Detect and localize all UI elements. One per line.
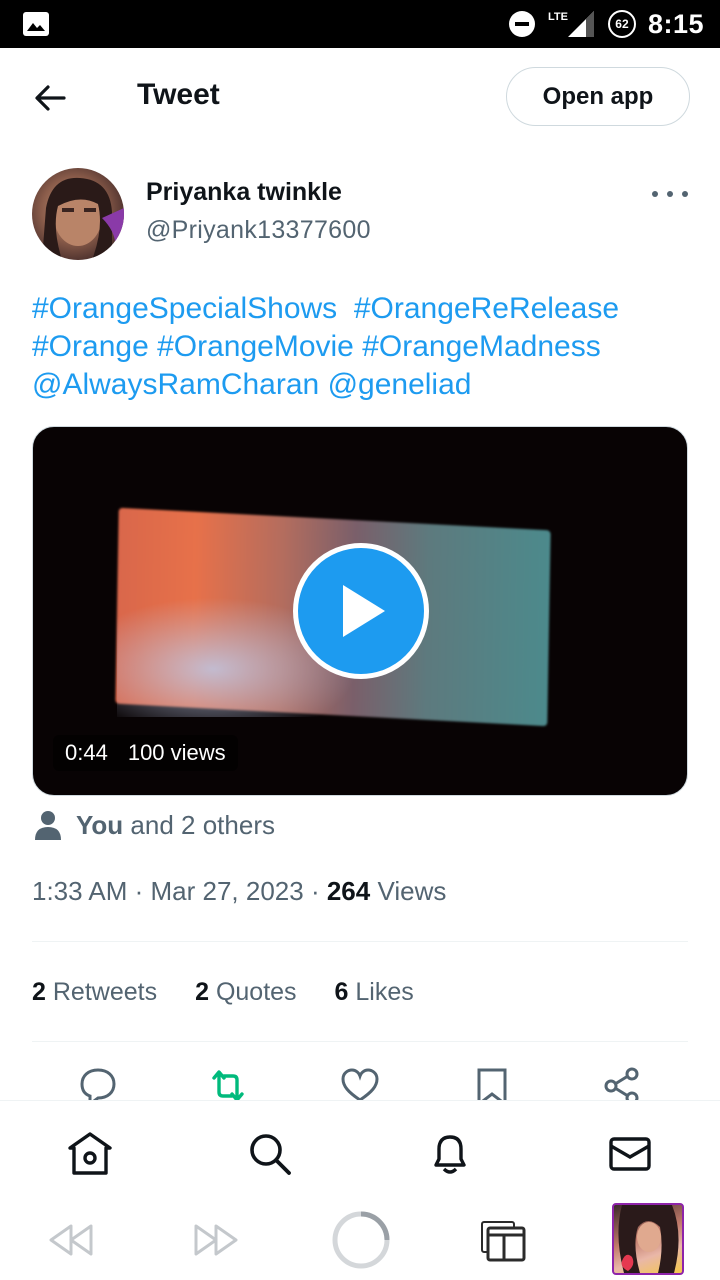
divider [32, 941, 688, 942]
messages-icon[interactable] [607, 1131, 653, 1177]
social-context[interactable]: You and 2 others [34, 808, 275, 842]
author-display-name[interactable]: Priyanka twinkle [146, 178, 342, 207]
clock: 8:15 [647, 8, 704, 39]
hashtag-link[interactable]: #Orange [32, 330, 149, 363]
mention-link[interactable]: @AlwaysRamCharan [32, 368, 319, 401]
tweet-time[interactable]: 1:33 AM [32, 876, 127, 906]
hashtag-link[interactable]: #OrangeReRelease [354, 292, 619, 325]
do-not-disturb-icon [508, 11, 535, 37]
notifications-icon[interactable] [427, 1131, 473, 1177]
gallery-notification-icon [23, 12, 49, 36]
open-app-button[interactable]: Open app [506, 67, 690, 126]
rewind-icon[interactable] [45, 1214, 97, 1266]
bottom-navigation [0, 1100, 720, 1200]
tabs-icon[interactable] [478, 1214, 530, 1266]
search-icon[interactable] [247, 1131, 293, 1177]
retweet-icon[interactable] [208, 1066, 248, 1100]
liked-by-you: You [76, 809, 124, 840]
tweet-line: @AlwaysRamCharan @geneliad [32, 366, 692, 404]
video-duration: 0:44 [65, 740, 108, 765]
avatar-image [42, 177, 124, 260]
loading-spinner-icon [332, 1211, 390, 1269]
reply-icon[interactable] [78, 1066, 118, 1100]
tweet-timestamp: 1:33 AM · Mar 27, 2023 · 264 Views [32, 876, 447, 906]
play-icon [343, 585, 385, 637]
divider [32, 1041, 688, 1042]
views-count: 264 [326, 876, 371, 906]
retweets-stat[interactable]: 2 Retweets [32, 978, 157, 1007]
author-handle[interactable]: @Priyank13377600 [146, 216, 371, 245]
share-icon[interactable] [602, 1066, 642, 1100]
hashtag-link[interactable]: #OrangeMadness [362, 330, 600, 363]
tweet-line: #Orange #OrangeMovie #OrangeMadness [32, 328, 692, 366]
tweet-actions [0, 1062, 720, 1100]
views-label: Views [377, 876, 447, 906]
video-meta: 0:44 100 views [53, 735, 238, 771]
bookmark-icon[interactable] [472, 1066, 512, 1100]
mention-link[interactable]: @geneliad [328, 368, 472, 401]
quotes-stat[interactable]: 2 Quotes [195, 978, 296, 1007]
profile-thumbnail-image [618, 1205, 679, 1273]
signal-icon [567, 11, 594, 37]
author-avatar[interactable] [32, 168, 124, 260]
play-button[interactable] [293, 543, 429, 679]
hashtag-link[interactable]: #OrangeSpecialShows [32, 292, 337, 325]
video-player[interactable]: 0:44 100 views [32, 426, 688, 796]
tweet-text: #OrangeSpecialShows #OrangeReRelease #Or… [32, 290, 692, 404]
back-arrow-icon[interactable] [30, 78, 70, 118]
profile-thumbnail[interactable] [612, 1203, 684, 1275]
fast-forward-icon[interactable] [190, 1214, 242, 1266]
page-title: Tweet [137, 78, 220, 111]
more-options-icon[interactable] [652, 180, 688, 208]
engagement-stats: 2 Retweets 2 Quotes 6 Likes [32, 978, 414, 1007]
battery-indicator: 62 [607, 10, 636, 38]
person-icon [35, 811, 61, 840]
like-icon[interactable] [340, 1066, 380, 1100]
tweet-line: #OrangeSpecialShows #OrangeReRelease [32, 290, 692, 328]
hashtag-link[interactable]: #OrangeMovie [157, 330, 354, 363]
video-views: 100 views [127, 740, 226, 765]
top-bar: Tweet Open app [0, 48, 720, 146]
home-icon[interactable] [67, 1131, 113, 1177]
liked-by-others: and 2 others [130, 809, 275, 840]
likes-stat[interactable]: 6 Likes [335, 978, 414, 1007]
tweet-date[interactable]: Mar 27, 2023 [151, 876, 304, 906]
network-type: LTE [547, 11, 568, 23]
status-bar: LTE 62 8:15 [0, 0, 720, 48]
